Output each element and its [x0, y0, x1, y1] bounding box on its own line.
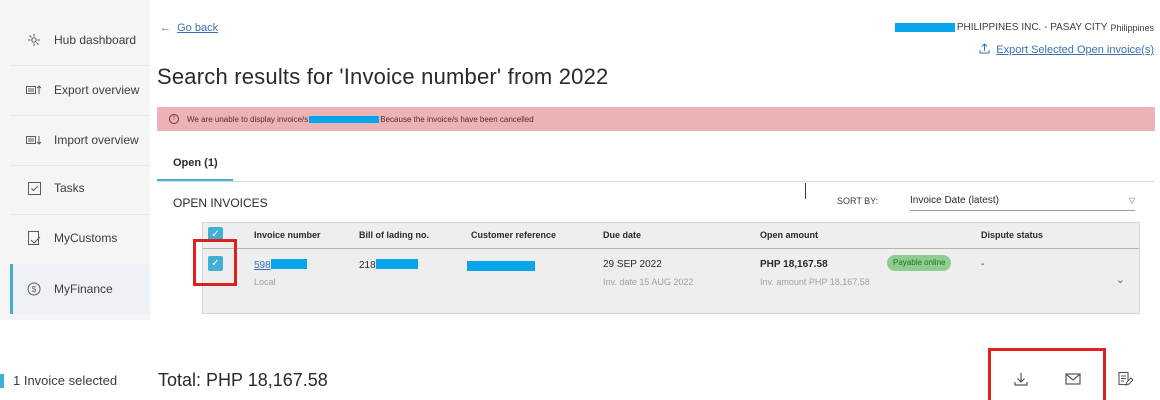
go-back-link[interactable]: ← Go back [160, 22, 218, 34]
info-icon: ! [169, 114, 179, 124]
company-name: PHILIPPINES INC. - PASAY CITY [956, 22, 1108, 33]
active-indicator [10, 264, 13, 314]
chevron-down-icon: ▽ [1128, 196, 1135, 205]
alert-text-after: Because the invoice/s have been cancelle… [380, 114, 534, 124]
invoice-number-link[interactable]: 598 [254, 259, 307, 271]
chevron-down-icon[interactable]: ⌄ [1116, 273, 1125, 286]
sidebar-item-label: Export overview [54, 83, 140, 97]
edit-document-icon[interactable] [1115, 369, 1135, 389]
export-selected-link[interactable]: Export Selected Open invoice(s) [979, 43, 1154, 57]
invoice-table: ✓ Invoice number Bill of lading no. Cust… [202, 222, 1140, 314]
column-header: Dispute status [981, 230, 1044, 240]
company-country: Philippines [1110, 22, 1154, 33]
redacted-block [375, 259, 418, 269]
divider [805, 183, 806, 199]
table-header: ✓ Invoice number Bill of lading no. Cust… [203, 223, 1139, 249]
status-badge: Payable online [887, 255, 952, 271]
bill-of-lading-value: 218 [359, 260, 376, 271]
dispute-status: - [981, 259, 985, 270]
sidebar: Hub dashboard Export overview Import ove… [0, 0, 150, 320]
redacted-block [467, 261, 535, 271]
highlight-box [193, 239, 237, 286]
sidebar-item-label: MyFinance [54, 282, 113, 296]
tab-open[interactable]: Open (1) [157, 147, 233, 181]
open-amount: PHP 18,167.58 [760, 259, 828, 270]
sidebar-item-myfinance[interactable]: $ MyFinance [10, 264, 150, 314]
export-icon [26, 82, 42, 98]
sidebar-item-label: Import overview [54, 133, 139, 147]
company-info: PHILIPPINES INC. - PASAY CITY Philippine… [894, 22, 1154, 33]
tabs-divider [157, 181, 1155, 182]
customs-icon [26, 230, 42, 246]
sidebar-item-label: Hub dashboard [54, 33, 137, 47]
alert-text-before: We are unable to display invoice/s [187, 114, 309, 124]
sort-by-label: SORT BY: [837, 196, 879, 206]
error-alert: ! We are unable to display invoice/s Bec… [157, 107, 1155, 131]
svg-text:$: $ [32, 285, 37, 294]
download-icon[interactable] [1011, 369, 1031, 389]
redacted-block [270, 259, 307, 269]
invoice-amount: Inv. amount PHP 18,167.58 [760, 277, 870, 287]
selected-count: 1 Invoice selected [13, 373, 118, 388]
sidebar-item-export-overview[interactable]: Export overview [10, 65, 150, 115]
sidebar-item-tasks[interactable]: Tasks [10, 163, 150, 213]
bill-of-lading: 218 [359, 259, 418, 271]
go-back-label[interactable]: Go back [177, 22, 218, 34]
section-heading: OPEN INVOICES [173, 196, 268, 210]
hub-icon [26, 32, 42, 48]
highlight-box [988, 348, 1106, 400]
column-header: Invoice number [254, 230, 321, 240]
arrow-left-icon: ← [160, 22, 171, 34]
column-header: Customer reference [471, 230, 557, 240]
column-header: Open amount [760, 230, 818, 240]
import-icon [26, 132, 42, 148]
due-date: 29 SEP 2022 [603, 259, 662, 270]
page-title: Search results for 'Invoice number' from… [157, 64, 609, 89]
sort-value: Invoice Date (latest) [910, 195, 999, 206]
email-icon[interactable] [1063, 369, 1083, 389]
sidebar-item-label: MyCustoms [54, 231, 118, 245]
export-selected-label[interactable]: Export Selected Open invoice(s) [996, 44, 1154, 56]
invoice-date: Inv. date 15 AUG 2022 [603, 277, 694, 287]
upload-icon [979, 43, 990, 57]
selection-indicator [0, 374, 4, 388]
column-header: Bill of lading no. [359, 230, 429, 240]
redacted-block [894, 23, 955, 32]
redacted-block [309, 115, 380, 123]
sidebar-item-hub-dashboard[interactable]: Hub dashboard [10, 15, 150, 65]
sidebar-item-mycustoms[interactable]: MyCustoms [10, 213, 150, 263]
sort-select[interactable]: Invoice Date (latest) ▽ [910, 193, 1135, 211]
invoice-type: Local [254, 277, 276, 287]
sidebar-item-label: Tasks [54, 181, 85, 195]
tasks-icon [26, 180, 42, 196]
invoice-number[interactable]: 598 [254, 260, 271, 271]
column-header: Due date [603, 230, 642, 240]
finance-icon: $ [26, 281, 42, 297]
total-amount: Total: PHP 18,167.58 [158, 370, 328, 390]
sidebar-item-import-overview[interactable]: Import overview [10, 115, 150, 165]
